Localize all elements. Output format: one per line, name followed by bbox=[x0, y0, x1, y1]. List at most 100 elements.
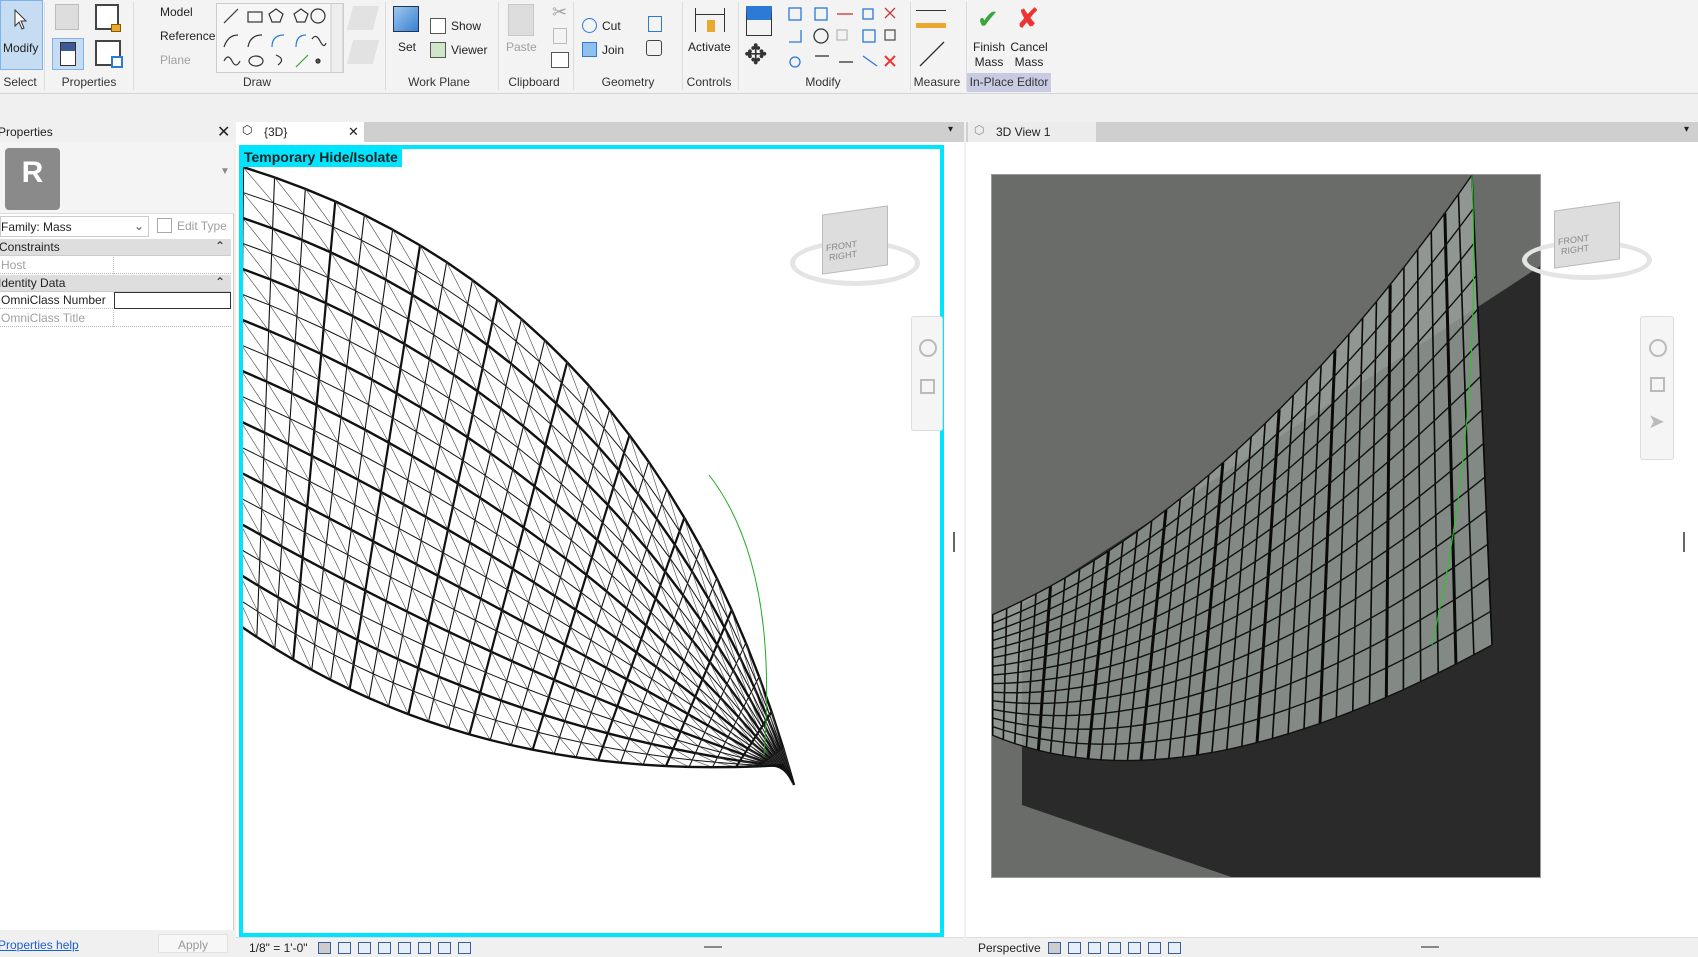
omniclass-title-value[interactable] bbox=[113, 310, 114, 327]
family-dropdown[interactable]: Family: Mass ⌄ bbox=[0, 216, 149, 237]
rib-member bbox=[598, 428, 605, 448]
family-types-icon[interactable] bbox=[95, 4, 121, 32]
rib-member bbox=[337, 417, 342, 443]
temporary-hide-isolate-banner[interactable]: Temporary Hide/Isolate bbox=[243, 149, 402, 167]
cut-geometry-button[interactable]: Cut bbox=[602, 19, 621, 33]
view-control-icon[interactable] bbox=[438, 942, 451, 954]
chord-member bbox=[699, 546, 718, 579]
match-properties-icon[interactable] bbox=[551, 52, 569, 68]
modify-button[interactable]: Modify bbox=[0, 0, 43, 70]
panel-label-select[interactable]: Select bbox=[3, 75, 36, 89]
join-geometry-button[interactable]: Join bbox=[602, 43, 624, 57]
reference-line-button[interactable]: Reference bbox=[160, 29, 215, 43]
view-control-icon[interactable] bbox=[378, 942, 391, 954]
apply-button[interactable]: Apply bbox=[158, 934, 228, 953]
finish-mass-button[interactable]: Finish Mass bbox=[972, 40, 1006, 70]
view-control-icon[interactable] bbox=[418, 942, 431, 954]
edit-type-button[interactable]: Edit Type bbox=[177, 219, 227, 233]
chord-member bbox=[675, 680, 696, 698]
split-face-icon[interactable] bbox=[646, 40, 662, 56]
draw-tools-gallery[interactable] bbox=[216, 3, 344, 73]
view-control-icon[interactable] bbox=[358, 942, 371, 954]
chord-member bbox=[511, 743, 533, 751]
work-plane-viewer-button[interactable]: Viewer bbox=[451, 43, 487, 57]
model-line-button[interactable]: Model bbox=[160, 5, 193, 19]
modify-tools-grid[interactable] bbox=[785, 4, 905, 72]
join-geometry-icon bbox=[582, 42, 597, 57]
viewcube[interactable]: FRONT RIGHT bbox=[790, 200, 920, 295]
finish-mass-icon[interactable]: ✔ bbox=[977, 4, 999, 35]
rib-member bbox=[517, 527, 525, 549]
cancel-mass-button[interactable]: Cancel Mass bbox=[1009, 40, 1049, 70]
wall-joins-icon[interactable] bbox=[648, 16, 662, 32]
view-control-icon[interactable] bbox=[1088, 942, 1101, 954]
move-icon[interactable]: ✥ bbox=[744, 38, 767, 71]
view-control-icon[interactable] bbox=[338, 942, 351, 954]
close-tab-icon[interactable]: ✕ bbox=[348, 124, 359, 140]
fly-icon[interactable]: ➤ bbox=[1648, 409, 1665, 434]
view-tabs-menu[interactable]: ▾ bbox=[1684, 124, 1689, 135]
steering-wheel-icon[interactable] bbox=[919, 339, 937, 357]
rib-member bbox=[641, 548, 648, 564]
viewcube[interactable]: FRONT RIGHT bbox=[1522, 200, 1652, 290]
sketch-icon[interactable] bbox=[346, 6, 380, 30]
tab-3d[interactable]: ⬡ {3D} ✕ bbox=[236, 122, 364, 142]
view-control-icon[interactable] bbox=[1148, 942, 1161, 954]
tab-3d-view-1[interactable]: ⬡ 3D View 1 bbox=[968, 122, 1096, 142]
show-work-plane-button[interactable]: Show bbox=[451, 19, 481, 33]
chord-member bbox=[544, 444, 568, 466]
zoom-icon[interactable] bbox=[1650, 377, 1665, 392]
view-control-icon[interactable] bbox=[458, 942, 471, 954]
navigation-bar[interactable] bbox=[911, 316, 943, 431]
view-control-icon[interactable] bbox=[1048, 942, 1061, 954]
horizontal-scroll-handle[interactable] bbox=[1421, 946, 1439, 948]
chord-member bbox=[388, 254, 417, 271]
view-control-icon[interactable] bbox=[1168, 942, 1181, 954]
splitter-handle[interactable] bbox=[953, 532, 955, 552]
shaded-structure[interactable] bbox=[991, 174, 1541, 878]
rib-member bbox=[322, 543, 327, 569]
copy-icon[interactable] bbox=[553, 28, 567, 44]
aligned-dimension-icon[interactable] bbox=[916, 10, 946, 28]
navigation-bar[interactable]: ➤ bbox=[1640, 316, 1674, 460]
collapse-icon[interactable]: ⌃ bbox=[215, 275, 225, 289]
beam bbox=[1054, 701, 1068, 704]
host-value[interactable] bbox=[113, 257, 114, 274]
measure-icon[interactable] bbox=[916, 38, 948, 70]
close-icon[interactable]: ✕ bbox=[217, 122, 230, 142]
activate-dimensions-icon[interactable] bbox=[695, 8, 725, 32]
brace-member bbox=[607, 504, 623, 543]
view-control-icon[interactable] bbox=[1128, 942, 1141, 954]
horizontal-scroll-handle[interactable] bbox=[704, 946, 722, 948]
set-work-plane-button[interactable] bbox=[393, 6, 419, 32]
reference-plane-button[interactable]: Plane bbox=[160, 53, 191, 67]
align-icon[interactable] bbox=[746, 6, 772, 36]
properties-help-link[interactable]: Properties help bbox=[0, 938, 79, 952]
chord-member bbox=[626, 678, 648, 692]
properties-icon[interactable] bbox=[52, 38, 84, 70]
type-properties-icon[interactable] bbox=[55, 4, 79, 30]
collapse-icon[interactable]: ⌃ bbox=[215, 239, 225, 253]
paste-icon[interactable] bbox=[508, 4, 534, 36]
zoom-icon[interactable] bbox=[920, 379, 935, 394]
type-selector-image[interactable]: R bbox=[5, 148, 60, 210]
chord-member bbox=[458, 586, 482, 600]
view-control-icon[interactable] bbox=[1108, 942, 1121, 954]
steering-wheel-icon[interactable] bbox=[1649, 339, 1667, 357]
chevron-down-icon[interactable]: ▼ bbox=[220, 166, 230, 177]
rib-member bbox=[560, 361, 569, 384]
cancel-mass-icon[interactable]: ✘ bbox=[1016, 2, 1039, 35]
cut-clipboard-icon[interactable]: ✂ bbox=[552, 2, 567, 23]
section-identity-data[interactable]: Identity Data ⌃ bbox=[0, 275, 231, 292]
chord-member bbox=[377, 648, 399, 661]
sketch-path-icon[interactable] bbox=[346, 40, 380, 64]
section-constraints[interactable]: Constraints ⌃ bbox=[0, 239, 231, 256]
family-category-icon[interactable] bbox=[95, 40, 123, 68]
view-control-icon[interactable] bbox=[1068, 942, 1081, 954]
view-control-icon[interactable] bbox=[318, 942, 331, 954]
scale-selector[interactable]: 1/8" = 1'-0" bbox=[249, 941, 308, 955]
splitter-handle[interactable] bbox=[1683, 532, 1685, 552]
view-control-icon[interactable] bbox=[398, 942, 411, 954]
omniclass-number-field[interactable] bbox=[114, 292, 231, 309]
view-tabs-menu[interactable]: ▾ bbox=[948, 124, 953, 135]
